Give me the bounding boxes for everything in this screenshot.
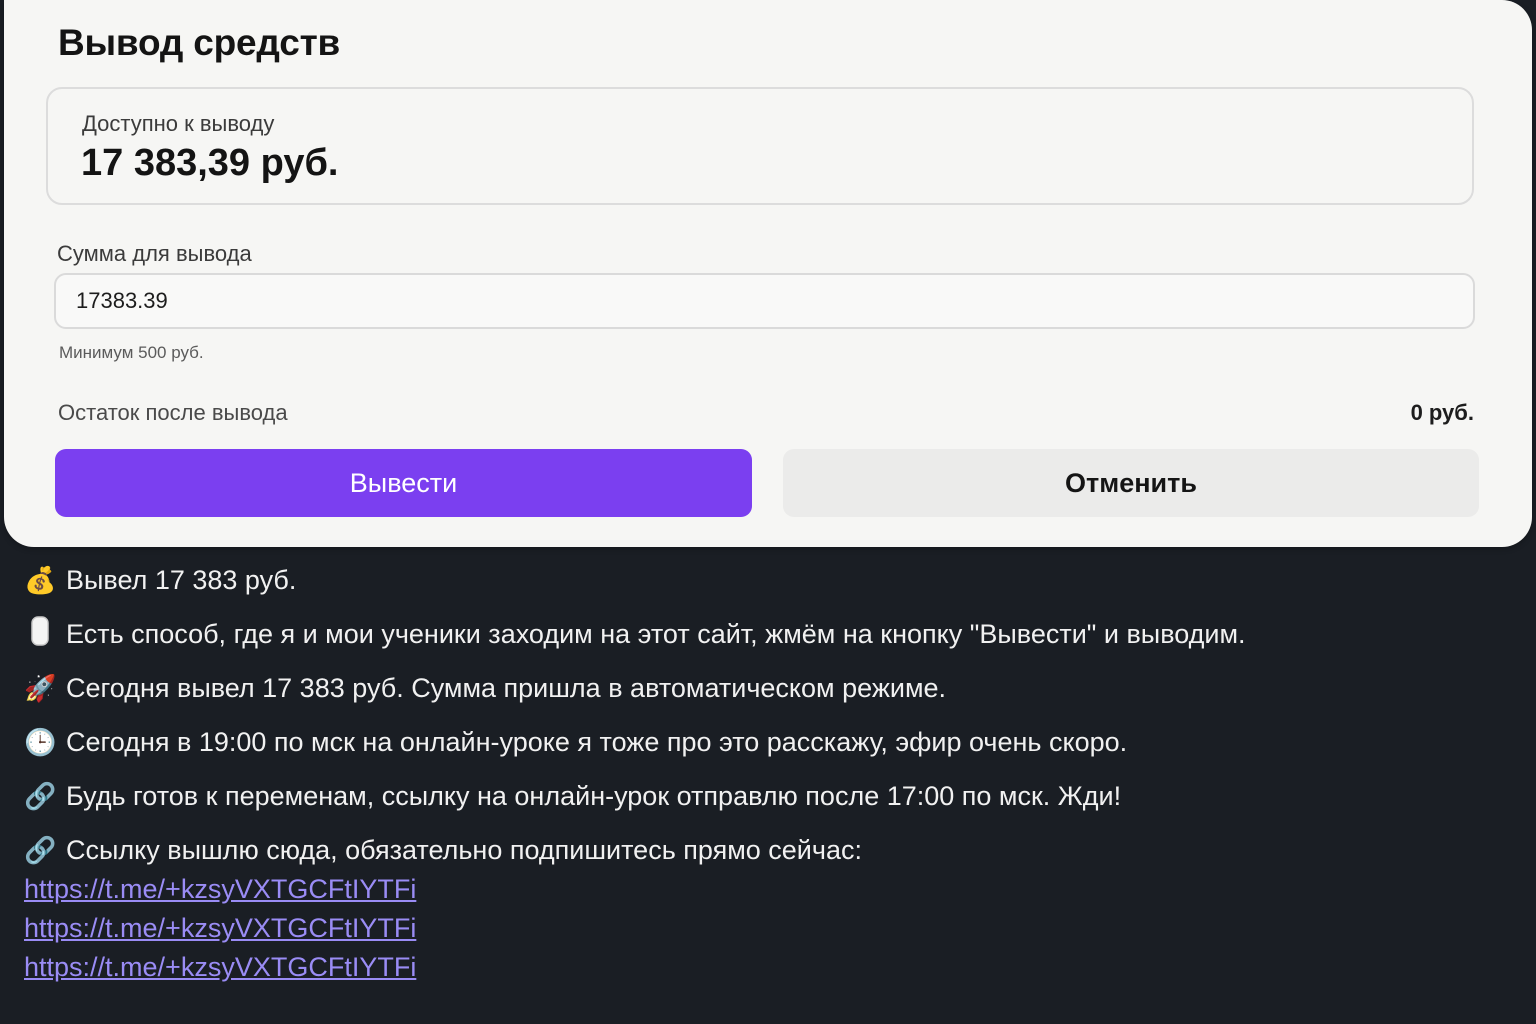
- money-bag-icon: 💰: [24, 564, 57, 595]
- remaining-label: Остаток после вывода: [58, 400, 288, 425]
- minimum-hint: Минимум 500 руб.: [59, 343, 204, 362]
- available-value: 17 383,39 руб.: [81, 142, 339, 184]
- message-line: 🔗 Ссылку вышлю сюда, обязательно подпиши…: [24, 830, 1514, 870]
- available-balance-box: Доступно к выводу 17 383,39 руб.: [46, 87, 1474, 205]
- message-line: 🚀 Сегодня вывел 17 383 руб. Сумма пришла…: [24, 668, 1514, 708]
- message-line: 🔗 Будь готов к переменам, ссылку на онла…: [24, 776, 1514, 816]
- white-pill-icon: [24, 615, 56, 653]
- amount-input[interactable]: [54, 273, 1475, 329]
- link-icon: 🔗: [24, 780, 57, 811]
- message-text: Вывел 17 383 руб.: [66, 564, 297, 595]
- page-title: Вывод средств: [58, 22, 341, 63]
- screen: Вывод средств Доступно к выводу 17 383,3…: [0, 0, 1536, 1024]
- message-line: 💰 Вывел 17 383 руб.: [24, 560, 1514, 600]
- message-text: Есть способ, где я и мои ученики заходим…: [66, 618, 1246, 649]
- link-icon: 🔗: [24, 834, 57, 865]
- available-label: Доступно к выводу: [82, 111, 275, 136]
- telegram-link[interactable]: https://t.me/+kzsyVXTGCFtIYTFi: [24, 948, 1514, 987]
- message-text: Ссылку вышлю сюда, обязательно подпишите…: [66, 834, 862, 865]
- amount-label: Сумма для вывода: [57, 241, 252, 266]
- message-text: Сегодня вывел 17 383 руб. Сумма пришла в…: [66, 672, 947, 703]
- telegram-link[interactable]: https://t.me/+kzsyVXTGCFtIYTFi: [24, 870, 1514, 909]
- link-list: https://t.me/+kzsyVXTGCFtIYTFi https://t…: [24, 870, 1514, 987]
- clock-icon: 🕒: [24, 726, 57, 757]
- message-body: 💰 Вывел 17 383 руб. Есть способ, где я и…: [24, 560, 1514, 987]
- withdraw-button[interactable]: Вывести: [55, 449, 752, 517]
- message-text: Будь готов к переменам, ссылку на онлайн…: [66, 780, 1122, 811]
- remaining-value: 0 руб.: [1410, 400, 1474, 425]
- message-line: 🕒 Сегодня в 19:00 по мск на онлайн-уроке…: [24, 722, 1514, 762]
- message-line: Есть способ, где я и мои ученики заходим…: [24, 614, 1514, 654]
- withdraw-card: Вывод средств Доступно к выводу 17 383,3…: [4, 0, 1532, 547]
- telegram-link[interactable]: https://t.me/+kzsyVXTGCFtIYTFi: [24, 909, 1514, 948]
- message-text: Сегодня в 19:00 по мск на онлайн-уроке я…: [66, 726, 1128, 757]
- rocket-icon: 🚀: [24, 672, 57, 703]
- cancel-button[interactable]: Отменить: [783, 449, 1479, 517]
